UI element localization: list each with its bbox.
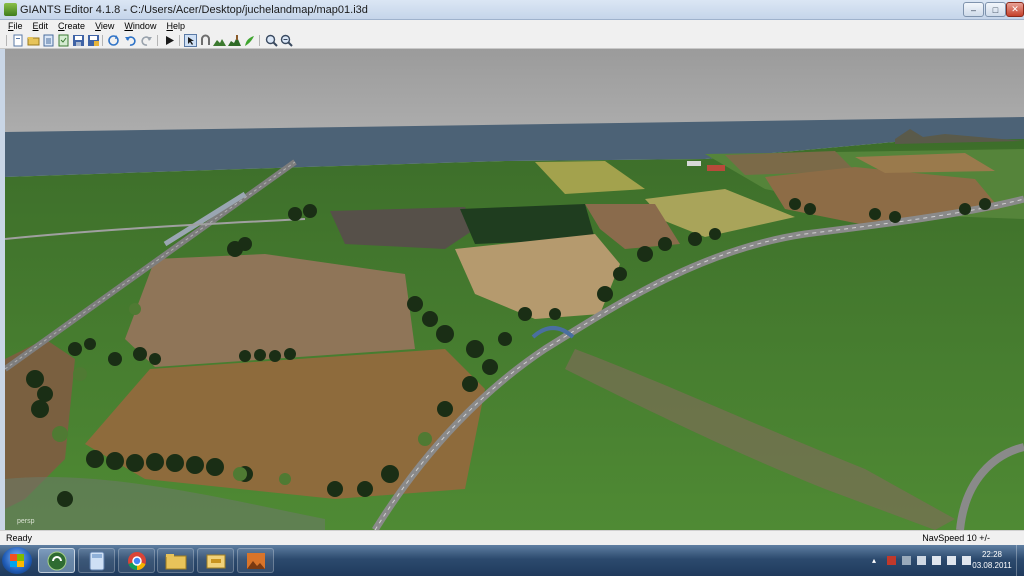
window-title: GIANTS Editor 4.1.8 - C:/Users/Acer/Desk… xyxy=(20,4,368,16)
explorer-taskbar-button[interactable] xyxy=(157,548,194,573)
import-icon[interactable] xyxy=(42,34,55,47)
toolbar-separator xyxy=(259,35,260,46)
close-button[interactable]: ✕ xyxy=(1006,2,1024,17)
volume-icon[interactable] xyxy=(932,556,941,565)
menu-file[interactable]: File xyxy=(0,20,28,33)
select-icon[interactable] xyxy=(184,34,197,47)
undo-icon[interactable] xyxy=(124,34,137,47)
chrome-icon xyxy=(127,551,146,570)
menu-help[interactable]: Help xyxy=(161,20,190,33)
refresh-icon[interactable] xyxy=(107,34,120,47)
play-icon[interactable] xyxy=(163,34,176,47)
windows-logo-icon xyxy=(10,554,24,567)
toolbar xyxy=(0,33,1024,49)
terrain-paint-icon[interactable] xyxy=(228,34,241,47)
ploughed-field xyxy=(330,207,475,249)
calculator-icon xyxy=(89,551,104,570)
show-desktop-button[interactable] xyxy=(1016,545,1024,576)
folder-taskbar-button[interactable] xyxy=(197,548,234,573)
open-icon[interactable] xyxy=(27,34,40,47)
chrome-taskbar-button[interactable] xyxy=(118,548,155,573)
new-file-icon[interactable] xyxy=(12,34,25,47)
maximize-button[interactable]: □ xyxy=(985,2,1006,17)
foliage-paint-icon[interactable] xyxy=(243,34,256,47)
menu-bar: File Edit Create View Window Help xyxy=(0,20,1024,33)
image-icon xyxy=(246,552,265,569)
toolbar-separator xyxy=(179,35,180,46)
clock[interactable]: 22:28 03.08.2011 xyxy=(966,549,1018,571)
giants-editor-icon xyxy=(47,551,66,570)
status-text: Ready xyxy=(6,533,33,543)
save-icon[interactable] xyxy=(72,34,85,47)
nav-speed: NavSpeed 10 +/- xyxy=(922,533,990,543)
toolbar-separator xyxy=(6,35,7,46)
menu-window[interactable]: Window xyxy=(119,20,161,33)
menu-create[interactable]: Create xyxy=(53,20,90,33)
title-bar: GIANTS Editor 4.1.8 - C:/Users/Acer/Desk… xyxy=(0,0,1024,20)
menu-edit[interactable]: Edit xyxy=(28,20,54,33)
giants-editor-taskbar-button[interactable] xyxy=(38,548,75,573)
image-viewer-taskbar-button[interactable] xyxy=(237,548,274,573)
start-button[interactable] xyxy=(2,547,32,574)
menu-view[interactable]: View xyxy=(90,20,119,33)
export-icon[interactable] xyxy=(57,34,70,47)
toolbar-separator xyxy=(157,35,158,46)
calculator-taskbar-button[interactable] xyxy=(78,548,115,573)
camera-label: persp xyxy=(17,518,35,525)
toolbar-separator xyxy=(102,35,103,46)
network-icon[interactable] xyxy=(902,556,911,565)
giants-editor-app-icon xyxy=(4,3,17,16)
terrain-sculpt-icon[interactable] xyxy=(213,34,226,47)
3d-viewport[interactable] xyxy=(5,49,1024,530)
folder-icon xyxy=(165,553,186,569)
clock-date: 03.08.2011 xyxy=(972,561,1012,570)
system-tray: ▴ xyxy=(872,553,971,568)
signal-icon[interactable] xyxy=(947,556,956,565)
minimize-button[interactable]: – xyxy=(963,2,984,17)
redo-icon[interactable] xyxy=(140,34,153,47)
archive-icon xyxy=(206,554,225,568)
save-as-icon[interactable] xyxy=(87,34,100,47)
zoom-out-icon[interactable] xyxy=(280,34,293,47)
battery-icon[interactable] xyxy=(917,556,926,565)
clock-time: 22:28 xyxy=(981,550,1003,559)
zoom-in-icon[interactable] xyxy=(265,34,278,47)
taskbar: ▴ 22:28 03.08.2011 xyxy=(0,545,1024,576)
security-flag-icon[interactable] xyxy=(887,556,896,565)
show-hidden-icons-icon[interactable]: ▴ xyxy=(872,556,881,565)
status-bar: Ready NavSpeed 10 +/- xyxy=(0,530,1024,545)
field-west xyxy=(125,254,415,367)
move-icon[interactable] xyxy=(199,34,212,47)
